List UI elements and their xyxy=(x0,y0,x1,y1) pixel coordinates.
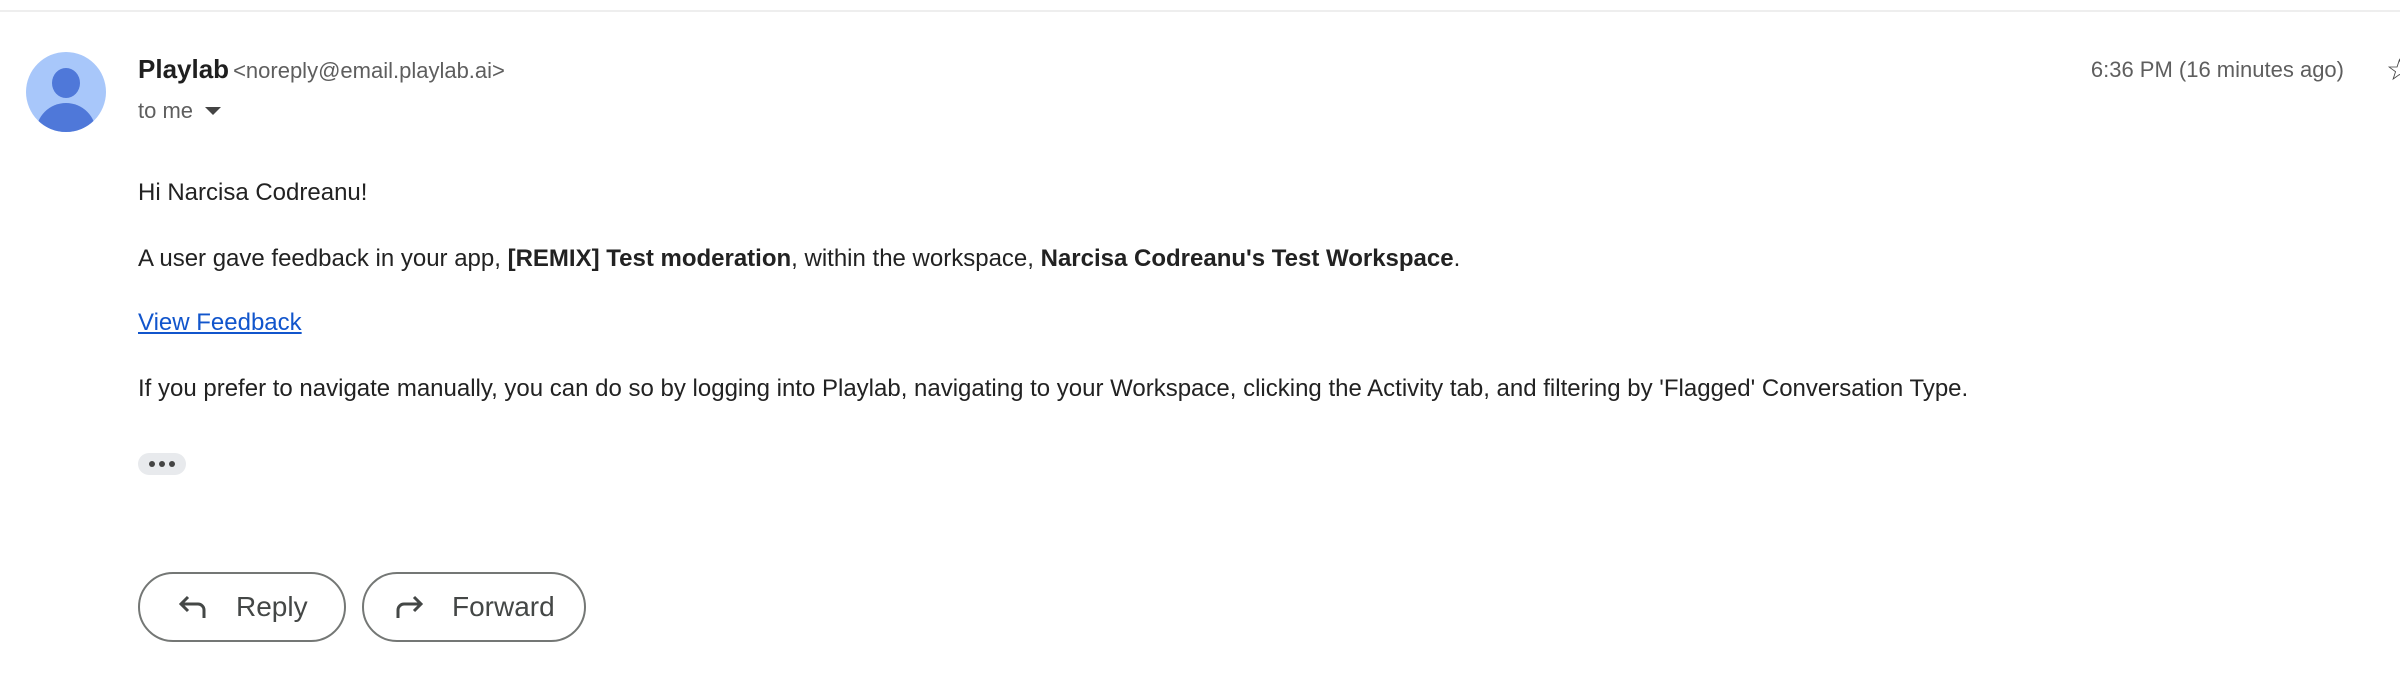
person-avatar-body xyxy=(36,103,96,132)
app-name: [REMIX] Test moderation xyxy=(507,245,792,272)
divider xyxy=(0,10,2400,12)
feedback-message: A user gave feedback in your app, [REMIX… xyxy=(138,245,1460,273)
sender-avatar xyxy=(26,52,106,132)
forward-arrow-icon xyxy=(396,595,424,618)
ellipsis-icon xyxy=(149,461,155,467)
sender-line: Playlab <noreply@email.playlab.ai> xyxy=(138,54,505,85)
forward-label: Forward xyxy=(452,591,555,622)
ellipsis-icon xyxy=(169,461,175,467)
reply-arrow-icon xyxy=(178,595,206,618)
ellipsis-icon xyxy=(159,461,165,467)
message-text: . xyxy=(1453,245,1461,272)
timestamp: 6:36 PM (16 minutes ago) xyxy=(2090,57,2344,82)
caret-down-icon xyxy=(205,107,222,115)
message-text: A user gave feedback in your app, xyxy=(138,245,508,272)
reply-label: Reply xyxy=(236,591,308,622)
recipient-details-toggle[interactable]: to me xyxy=(138,98,222,124)
workspace-name: Narcisa Codreanu's Test Workspace xyxy=(1040,245,1454,272)
navigation-instructions: If you prefer to navigate manually, you … xyxy=(138,375,1969,402)
view-feedback-link[interactable]: View Feedback xyxy=(138,309,302,337)
message-text: , within the workspace, xyxy=(791,245,1041,272)
forward-button[interactable]: Forward xyxy=(362,572,586,642)
person-avatar-icon xyxy=(52,68,80,98)
greeting: Hi Narcisa Codreanu! xyxy=(138,179,368,206)
sender-email: <noreply@email.playlab.ai> xyxy=(233,58,505,83)
star-icon[interactable]: ☆ xyxy=(2386,56,2400,86)
sender-name[interactable]: Playlab xyxy=(138,54,229,84)
show-trimmed-content-button[interactable] xyxy=(138,453,186,475)
reply-button[interactable]: Reply xyxy=(138,572,346,642)
recipient-label: to me xyxy=(138,98,194,123)
